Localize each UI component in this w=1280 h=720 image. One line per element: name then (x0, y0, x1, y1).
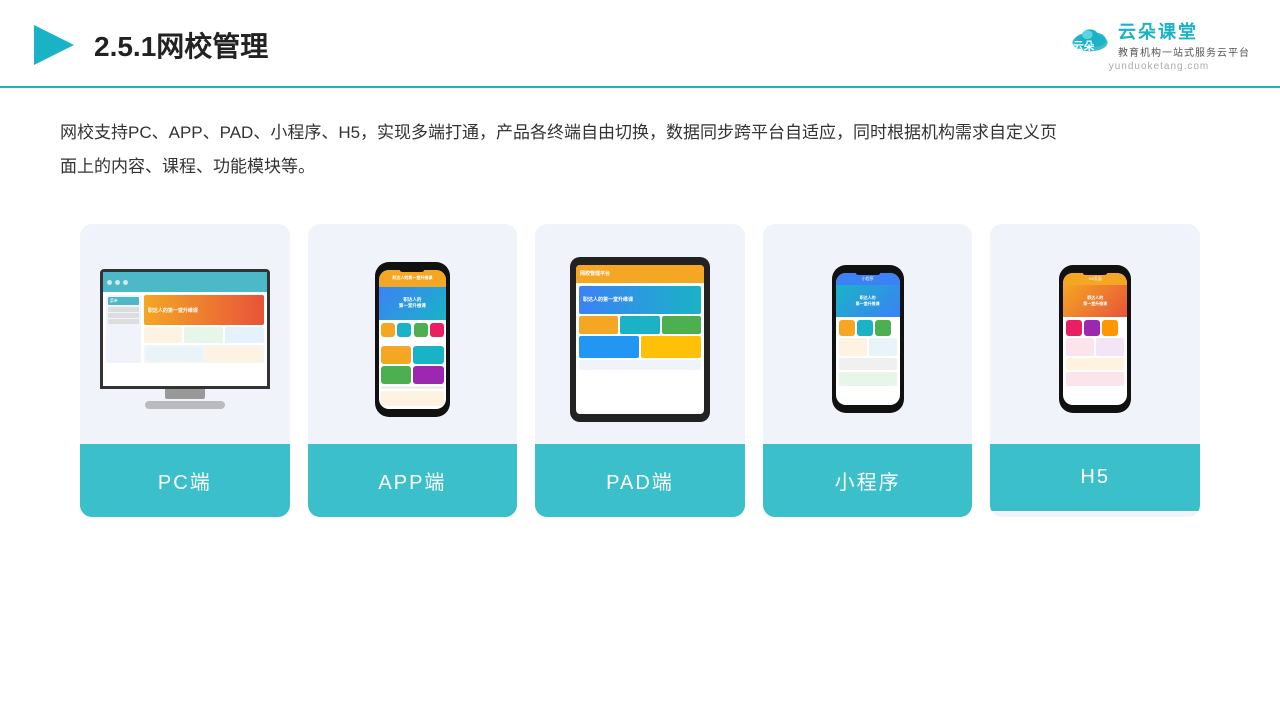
header-left: 2.5.1网校管理 (30, 21, 268, 69)
phone-notch-h5 (1083, 269, 1108, 275)
phone-mockup-app: 职达人的第一堂升维课 职达人的第一堂升维课 (375, 262, 450, 417)
pc-mockup: 菜单 职达人的第一堂升维课 (100, 269, 270, 409)
card-label-pc: PC端 (80, 444, 290, 517)
phone-mockup-miniprogram: 小程序 职达人的第一堂升维课 (832, 265, 904, 413)
card-miniprogram: 小程序 职达人的第一堂升维课 (763, 224, 973, 517)
phone-screen-app: 职达人的第一堂升维课 职达人的第一堂升维课 (379, 270, 446, 409)
tablet-body: 职达人的第一堂升维课 (576, 283, 704, 414)
description-text: 网校支持PC、APP、PAD、小程序、H5，实现多端打通，产品各终端自由切换，数… (60, 116, 1060, 184)
card-label-pad: PAD端 (535, 444, 745, 517)
play-icon (30, 21, 78, 69)
phone-body (379, 320, 446, 409)
card-image-pc: 菜单 职达人的第一堂升维课 (80, 224, 290, 444)
header: 2.5.1网校管理 云朵 云朵课堂 教育机构一站式服务云平台 yunduoket… (0, 0, 1280, 88)
tablet-mockup: 网校管理平台 职达人的第一堂升维课 (570, 257, 710, 422)
card-label-h5: H5 (990, 444, 1200, 511)
phone-screen-mini: 小程序 职达人的第一堂升维课 (836, 273, 900, 405)
pc-screen: 菜单 职达人的第一堂升维课 (100, 269, 270, 389)
page-title: 2.5.1网校管理 (94, 25, 268, 65)
logo-text-cn: 云朵课堂 (1118, 18, 1250, 44)
phone-notch-mini (855, 269, 880, 275)
tablet-header: 网校管理平台 (576, 265, 704, 283)
card-image-app: 职达人的第一堂升维课 职达人的第一堂升维课 (308, 224, 518, 444)
card-image-miniprogram: 小程序 职达人的第一堂升维课 (763, 224, 973, 444)
logo-en: yunduoketang.com (1109, 61, 1210, 72)
phone-notch (400, 266, 425, 272)
card-image-h5: H5页面 职达人的第一堂升维课 (990, 224, 1200, 444)
logo-area: 云朵 云朵课堂 教育机构一站式服务云平台 yunduoketang.com (1068, 18, 1250, 72)
phone-mockup-h5: H5页面 职达人的第一堂升维课 (1059, 265, 1131, 413)
tablet-banner: 职达人的第一堂升维课 (579, 286, 701, 314)
cloud-icon: 云朵 (1068, 23, 1112, 55)
svg-text:云朵: 云朵 (1073, 40, 1095, 52)
logo-cloud: 云朵 云朵课堂 教育机构一站式服务云平台 (1068, 18, 1250, 59)
card-label-app: APP端 (308, 444, 518, 517)
phone-top-bar: 职达人的第一堂升维课 (379, 270, 446, 287)
phone-screen-h5: H5页面 职达人的第一堂升维课 (1063, 273, 1127, 405)
logo-subtitle: 教育机构一站式服务云平台 (1118, 44, 1250, 59)
card-pad: 网校管理平台 职达人的第一堂升维课 (535, 224, 745, 517)
card-image-pad: 网校管理平台 职达人的第一堂升维课 (535, 224, 745, 444)
card-app: 职达人的第一堂升维课 职达人的第一堂升维课 (308, 224, 518, 517)
card-h5: H5页面 职达人的第一堂升维课 (990, 224, 1200, 517)
card-label-miniprogram: 小程序 (763, 444, 973, 517)
cards-container: 菜单 职达人的第一堂升维课 (60, 224, 1220, 517)
main-content: 网校支持PC、APP、PAD、小程序、H5，实现多端打通，产品各终端自由切换，数… (0, 88, 1280, 537)
phone-banner: 职达人的第一堂升维课 (379, 287, 446, 320)
tablet-screen: 网校管理平台 职达人的第一堂升维课 (576, 265, 704, 414)
card-pc: 菜单 职达人的第一堂升维课 (80, 224, 290, 517)
